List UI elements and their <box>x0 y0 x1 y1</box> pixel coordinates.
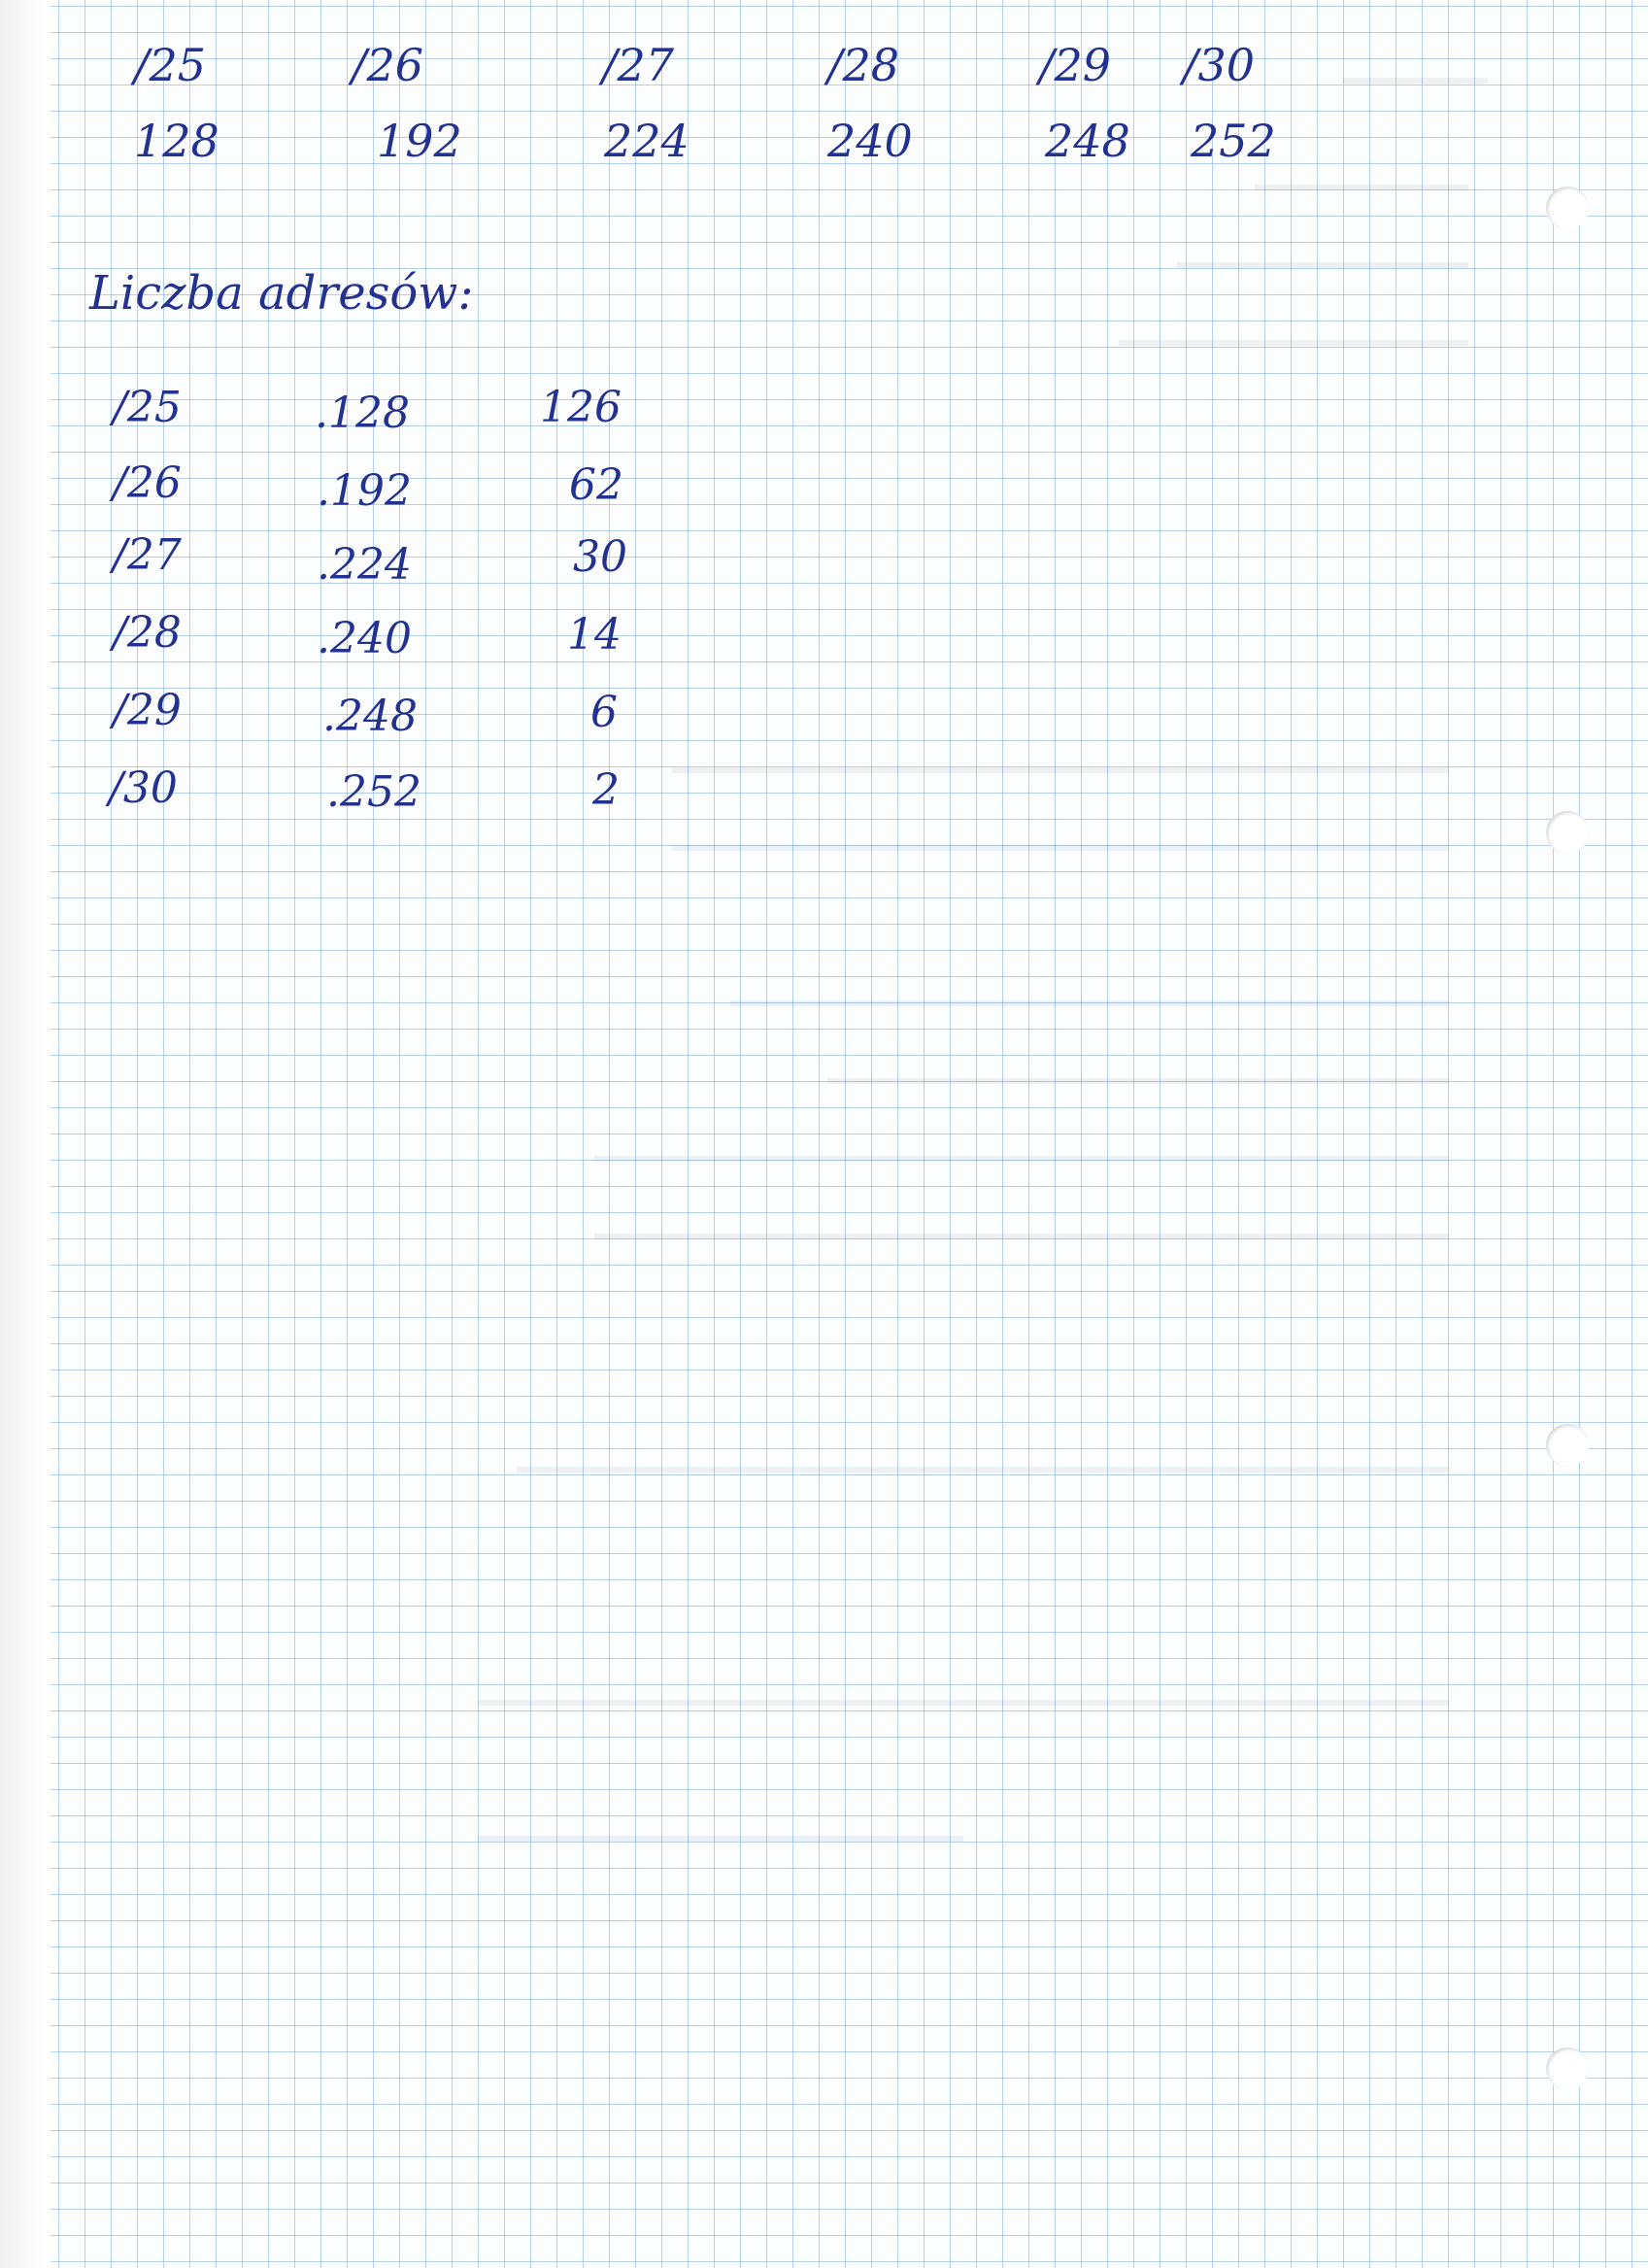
row-prefix: /28 <box>113 608 182 658</box>
punch-hole-1 <box>1546 186 1589 229</box>
bleed-through-line <box>1177 233 1468 268</box>
bleed-through-line <box>672 816 1449 851</box>
bleed-through-line <box>478 1807 963 1842</box>
punch-hole-4 <box>1546 2048 1589 2090</box>
bleed-through-line <box>1119 311 1468 346</box>
row-prefix: /27 <box>113 530 182 580</box>
row-hosts: 30 <box>573 532 627 582</box>
row-mask: .240 <box>317 614 412 663</box>
section-heading: Liczba adresów: <box>89 266 474 321</box>
bleed-through-line <box>672 738 1449 773</box>
prefix-label: /27 <box>602 39 675 91</box>
mask-value: 192 <box>377 115 462 167</box>
bleed-through-line <box>517 1438 1449 1473</box>
row-mask: .248 <box>322 692 418 741</box>
row-prefix: /29 <box>113 686 182 735</box>
punch-hole-2 <box>1546 811 1589 854</box>
row-hosts: 14 <box>567 610 622 660</box>
row-prefix: /25 <box>113 383 182 432</box>
punch-hole-3 <box>1546 1424 1589 1467</box>
bleed-through-line <box>594 1127 1449 1162</box>
bleed-through-line <box>730 971 1449 1006</box>
row-hosts: 62 <box>569 460 623 510</box>
row-prefix: /30 <box>109 763 178 813</box>
bleed-through-line <box>594 1204 1449 1239</box>
grid-paper-sheet <box>50 0 1648 2268</box>
prefix-label: /26 <box>352 39 424 91</box>
prefix-label: /29 <box>1039 39 1112 91</box>
bleed-through-line <box>827 1049 1449 1084</box>
bleed-through-line <box>1342 49 1488 84</box>
mask-value: 224 <box>604 115 689 167</box>
prefix-label: /30 <box>1183 39 1256 91</box>
bleed-through-line <box>1255 155 1468 190</box>
scan-edge <box>0 0 50 2268</box>
bleed-through-line <box>478 1671 1449 1706</box>
row-mask: .192 <box>317 466 412 516</box>
row-hosts: 126 <box>540 383 622 432</box>
mask-value: 252 <box>1191 115 1276 167</box>
row-mask: .224 <box>317 540 412 590</box>
prefix-label: /25 <box>134 39 207 91</box>
row-prefix: /26 <box>113 458 182 508</box>
mask-value: 240 <box>827 115 913 167</box>
row-mask: .128 <box>315 389 410 438</box>
row-hosts: 6 <box>590 688 618 737</box>
prefix-label: /28 <box>827 39 900 91</box>
row-hosts: 2 <box>592 765 620 815</box>
mask-value: 128 <box>134 115 219 167</box>
row-mask: .252 <box>326 767 421 817</box>
mask-value: 248 <box>1045 115 1130 167</box>
